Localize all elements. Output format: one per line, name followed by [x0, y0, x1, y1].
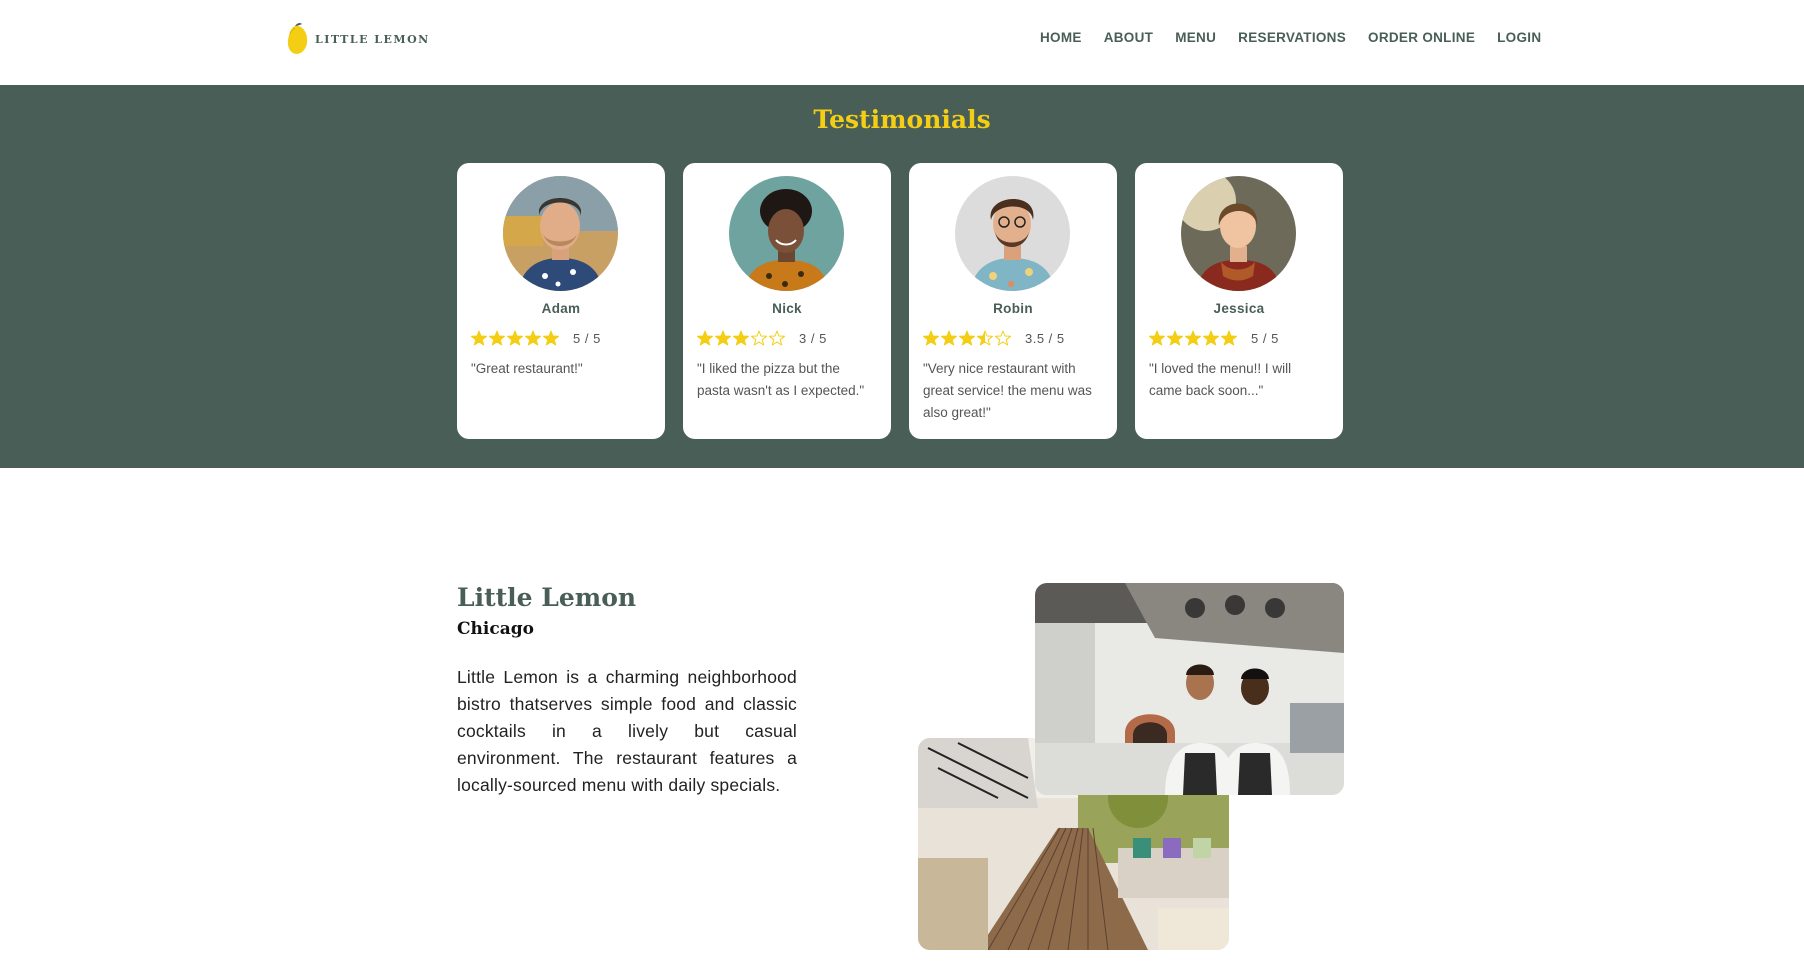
star-full-icon [1203, 330, 1219, 346]
star-empty-icon [769, 330, 785, 346]
nav-about[interactable]: ABOUT [1104, 30, 1154, 45]
star-full-icon [923, 330, 939, 346]
star-full-icon [507, 330, 523, 346]
star-rating [923, 330, 1011, 346]
avatar [503, 176, 618, 291]
nav-menu[interactable]: MENU [1175, 30, 1216, 45]
star-rating [697, 330, 785, 346]
rating-text: 5 / 5 [1251, 330, 1279, 346]
rating: 3.5 / 5 [923, 330, 1065, 346]
nav-order-online[interactable]: ORDER ONLINE [1368, 30, 1475, 45]
about-description: Little Lemon is a charming neighborhood … [457, 667, 797, 795]
site-header: LITTLE LEMON HOME ABOUT MENU RESERVATION… [0, 0, 1804, 85]
star-full-icon [489, 330, 505, 346]
review-quote: "Great restaurant!" [471, 361, 583, 376]
logo-text: LITTLE LEMON [315, 32, 430, 46]
testimonials-title: Testimonials [813, 105, 991, 134]
rating: 3 / 5 [697, 330, 827, 346]
star-full-icon [471, 330, 487, 346]
lemon-icon [285, 22, 309, 56]
testimonial-card: Nick 3 / 5 "I liked the pizza but the pa… [683, 163, 891, 439]
reviewer-name: Robin [993, 301, 1033, 316]
star-full-icon [1221, 330, 1237, 346]
star-empty-icon [751, 330, 767, 346]
logo[interactable]: LITTLE LEMON [285, 22, 430, 56]
review-quote: "I liked the pizza but the pasta wasn't … [697, 361, 865, 398]
chefs-image [1035, 583, 1344, 795]
rating-text: 3 / 5 [799, 330, 827, 346]
star-full-icon [1185, 330, 1201, 346]
star-rating [1149, 330, 1237, 346]
testimonials-section: Testimonials Adam 5 / 5 "Great restauran… [0, 85, 1804, 468]
star-full-icon [733, 330, 749, 346]
about-subtitle: Chicago [457, 619, 534, 639]
avatar [1181, 176, 1296, 291]
reviewer-name: Adam [541, 301, 581, 316]
star-full-icon [959, 330, 975, 346]
star-full-icon [1167, 330, 1183, 346]
rating: 5 / 5 [1149, 330, 1279, 346]
review-quote: "Very nice restaurant with great service… [923, 361, 1092, 420]
testimonial-card: Jessica 5 / 5 "I loved the menu!! I will… [1135, 163, 1343, 439]
star-full-icon [715, 330, 731, 346]
about-title: Little Lemon [457, 583, 637, 612]
star-full-icon [543, 330, 559, 346]
star-rating [471, 330, 559, 346]
avatar [729, 176, 844, 291]
review-quote: "I loved the menu!! I will came back soo… [1149, 361, 1292, 398]
star-full-icon [697, 330, 713, 346]
testimonial-card: Robin 3.5 / 5 "Very nice restaurant with… [909, 163, 1117, 439]
nav-login[interactable]: LOGIN [1497, 30, 1541, 45]
nav-reservations[interactable]: RESERVATIONS [1238, 30, 1346, 45]
star-full-icon [525, 330, 541, 346]
main-nav: HOME ABOUT MENU RESERVATIONS ORDER ONLIN… [1040, 30, 1541, 45]
star-empty-icon [995, 330, 1011, 346]
nav-home[interactable]: HOME [1040, 30, 1082, 45]
rating: 5 / 5 [471, 330, 601, 346]
avatar [955, 176, 1070, 291]
star-half-icon [977, 330, 993, 346]
testimonial-card: Adam 5 / 5 "Great restaurant!" [457, 163, 665, 439]
star-full-icon [1149, 330, 1165, 346]
rating-text: 5 / 5 [573, 330, 601, 346]
reviewer-name: Nick [772, 301, 802, 316]
rating-text: 3.5 / 5 [1025, 330, 1065, 346]
star-full-icon [941, 330, 957, 346]
testimonial-cards: Adam 5 / 5 "Great restaurant!" Nick 3 / … [457, 163, 1343, 439]
reviewer-name: Jessica [1213, 301, 1265, 316]
